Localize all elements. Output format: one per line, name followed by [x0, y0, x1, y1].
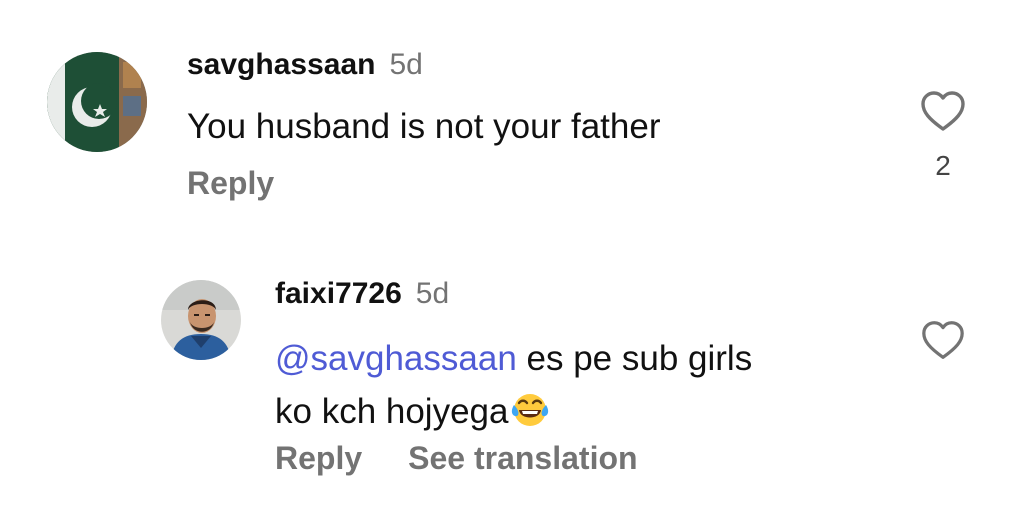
comment-text-line2: ko kch hojyega	[275, 392, 509, 431]
heart-icon	[922, 321, 964, 359]
comment-text: @savghassaan es pe sub girls ko kch hojy…	[275, 332, 875, 438]
like-button[interactable]	[919, 88, 967, 136]
comment-savghassaan: savghassaan 5d You husband is not your fa…	[0, 0, 1024, 230]
comment-actions: Reply See translation	[275, 440, 638, 477]
avatar[interactable]	[161, 280, 241, 360]
heart-icon	[921, 91, 965, 131]
user-photo-avatar	[161, 280, 241, 360]
like-button[interactable]	[920, 318, 966, 364]
comment-text: You husband is not your father	[187, 107, 661, 146]
timestamp: 5d	[415, 277, 450, 310]
laughing-tears-emoji-icon	[512, 394, 549, 426]
reply-button[interactable]: Reply	[187, 165, 274, 201]
comment-actions: Reply	[187, 165, 274, 202]
avatar[interactable]	[47, 52, 147, 152]
see-translation-button[interactable]: See translation	[408, 440, 637, 476]
reply-button[interactable]: Reply	[275, 440, 362, 476]
username[interactable]: faixi7726	[275, 277, 402, 310]
comments-thread: savghassaan 5d You husband is not your fa…	[0, 0, 1024, 518]
comment-text-part: es pe sub girls	[516, 339, 753, 378]
comment-header: savghassaan 5d	[187, 48, 423, 82]
comment-header: faixi7726 5d	[275, 277, 449, 311]
mention-link[interactable]: @savghassaan	[275, 339, 517, 378]
comment-faixi7726: faixi7726 5d @savghassaan es pe sub girls…	[0, 260, 1024, 510]
like-count: 2	[935, 150, 951, 181]
username[interactable]: savghassaan	[187, 48, 375, 81]
timestamp: 5d	[389, 48, 423, 81]
pakistan-flag-avatar	[47, 52, 147, 152]
